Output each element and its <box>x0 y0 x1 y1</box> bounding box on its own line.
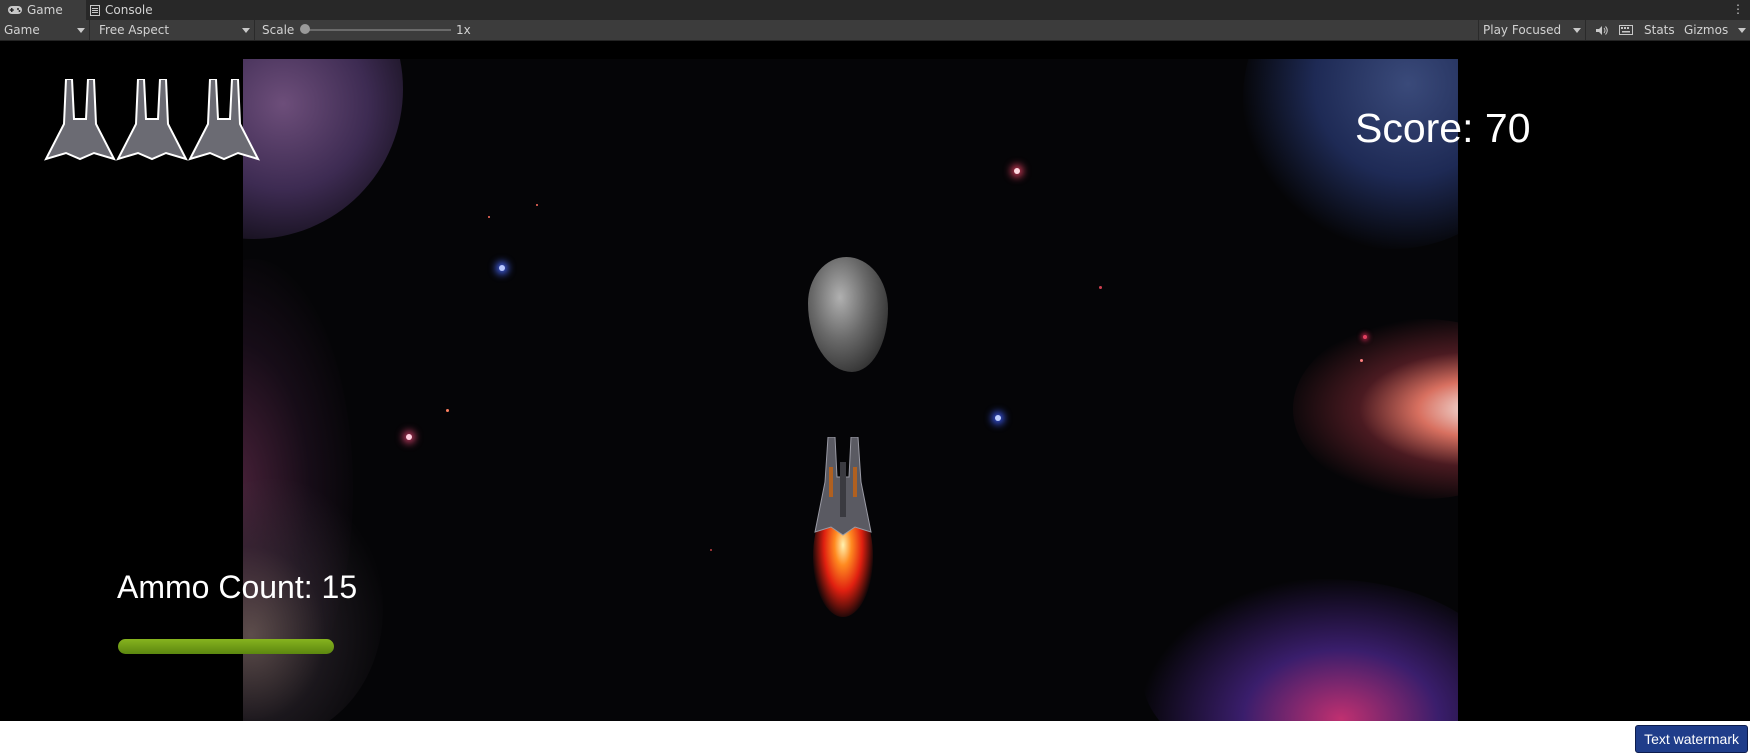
play-mode-label: Play Focused <box>1483 23 1562 37</box>
tab-game[interactable]: Game <box>0 0 86 20</box>
editor-tab-bar: Game Console ⋮ <box>0 0 1750 21</box>
tab-console-label: Console <box>105 3 153 17</box>
chevron-down-icon <box>1573 27 1581 33</box>
space-background <box>243 59 1458 721</box>
chevron-down-icon <box>1738 27 1746 33</box>
ship-life-icon <box>116 78 188 161</box>
ship-life-icons <box>44 78 260 161</box>
console-icon <box>90 4 100 16</box>
star <box>995 415 1001 421</box>
keyboard-icon <box>1619 25 1633 35</box>
star <box>406 434 412 440</box>
aspect-dropdown[interactable]: Free Aspect <box>95 20 255 40</box>
gamepad-icon <box>8 6 22 14</box>
scale-value: 1x <box>456 23 471 37</box>
nebula-top-right <box>1243 59 1458 249</box>
star <box>710 549 712 551</box>
ship-sprite <box>814 437 872 536</box>
speaker-icon <box>1595 25 1608 35</box>
ammo-bar <box>118 639 334 654</box>
scale-slider-track <box>303 29 451 31</box>
nebula-top-left <box>243 59 403 239</box>
game-viewport[interactable]: Score: 70 Ammo Count: 15 <box>0 41 1750 721</box>
play-mode-dropdown[interactable]: Play Focused <box>1478 20 1586 40</box>
display-dropdown[interactable]: Game <box>0 20 90 40</box>
nebula-bottom-right <box>1143 579 1458 721</box>
gizmos-dropdown[interactable]: Gizmos <box>1680 20 1750 40</box>
star <box>1360 359 1363 362</box>
mute-audio-button[interactable] <box>1592 20 1610 40</box>
scale-label: Scale <box>262 23 295 37</box>
ship-life-icon <box>188 78 260 161</box>
chevron-down-icon <box>242 27 250 33</box>
star <box>488 216 490 218</box>
player-spaceship <box>783 437 903 617</box>
asteroid <box>808 257 888 372</box>
star <box>499 265 505 271</box>
tab-console[interactable]: Console <box>82 0 161 20</box>
lives-display <box>44 78 264 169</box>
chevron-down-icon <box>77 27 85 33</box>
star <box>1099 286 1102 289</box>
scale-slider-handle[interactable] <box>300 24 310 34</box>
ship-life-icon <box>44 78 116 161</box>
watermark-button[interactable]: Text watermark <box>1635 725 1748 753</box>
game-view-toolbar: Game Free Aspect Scale 1x Play Focused S… <box>0 20 1750 41</box>
aspect-dropdown-label: Free Aspect <box>99 23 170 37</box>
stats-button[interactable]: Stats <box>1644 20 1675 40</box>
keyboard-shortcuts-button[interactable] <box>1616 20 1636 40</box>
score-text: Score: 70 <box>1355 105 1531 151</box>
gizmos-label: Gizmos <box>1684 23 1729 37</box>
star <box>1363 335 1367 339</box>
more-options-icon[interactable]: ⋮ <box>1732 2 1744 16</box>
star <box>1014 168 1020 174</box>
star <box>536 204 538 206</box>
tab-game-label: Game <box>27 3 63 17</box>
galaxy-right <box>1293 319 1458 499</box>
display-dropdown-label: Game <box>4 23 40 37</box>
star <box>446 409 449 412</box>
ammo-count-text: Ammo Count: 15 <box>117 569 358 605</box>
footer: Text watermark <box>0 721 1750 753</box>
